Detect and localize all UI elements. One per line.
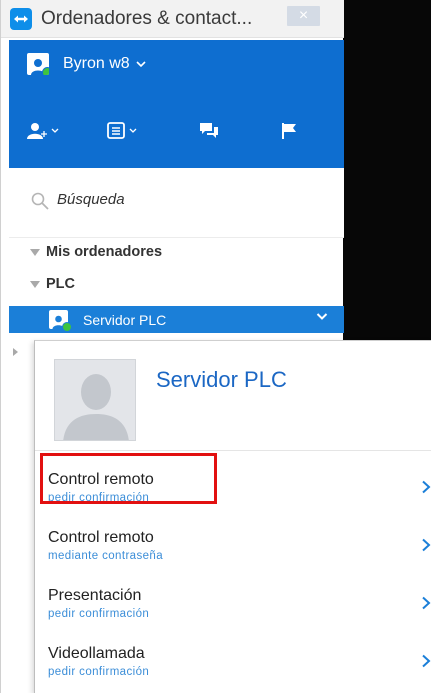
search-input[interactable] — [57, 191, 327, 208]
annotation-highlight-box — [40, 453, 217, 504]
contact-avatar-placeholder — [54, 359, 136, 441]
expand-arrow-icon — [30, 280, 40, 288]
close-button[interactable]: × — [287, 6, 320, 26]
action-label: Videollamada — [48, 645, 145, 662]
chevron-right-icon — [422, 538, 431, 552]
group-plc[interactable]: PLC — [9, 272, 344, 296]
chevron-right-icon — [422, 654, 431, 668]
contact-details-popup: Servidor PLC Control remoto pedir confir… — [34, 340, 431, 693]
popup-title: Servidor PLC — [156, 367, 287, 392]
search-icon — [31, 192, 49, 210]
online-status-icon — [42, 67, 49, 75]
action-label: Control remoto — [48, 529, 154, 546]
chevron-right-icon — [422, 480, 431, 494]
group-mis-ordenadores[interactable]: Mis ordenadores — [9, 240, 344, 264]
remote-screen-background — [343, 0, 431, 340]
action-sublabel: pedir confirmación — [48, 666, 150, 678]
list-icon — [107, 122, 125, 139]
action-sublabel: pedir confirmación — [48, 608, 150, 620]
chat-button[interactable] — [199, 122, 219, 139]
action-presentacion[interactable]: Presentación pedir confirmación — [35, 579, 431, 629]
add-contact-button[interactable] — [27, 122, 59, 140]
online-status-icon — [62, 322, 72, 332]
action-videollamada[interactable]: Videollamada pedir confirmación — [35, 637, 431, 687]
window-titlebar: Ordenadores & contact... × — [1, 0, 344, 38]
flag-button[interactable] — [281, 122, 297, 139]
user-avatar-icon — [27, 53, 49, 75]
contact-row-servidor-plc[interactable]: Servidor PLC — [9, 306, 344, 333]
flag-icon — [282, 123, 296, 139]
account-selector[interactable]: Byron w8 — [27, 53, 146, 75]
collapsed-arrow-icon[interactable] — [13, 348, 18, 356]
expand-arrow-icon — [30, 248, 40, 256]
group-label: PLC — [46, 276, 75, 292]
contact-name: Servidor PLC — [83, 311, 167, 328]
computer-avatar-icon — [49, 310, 72, 332]
window-title: Ordenadores & contact... — [41, 7, 253, 29]
add-contact-icon — [27, 123, 47, 139]
action-sublabel: mediante contraseña — [48, 550, 164, 562]
chevron-right-icon — [422, 596, 431, 610]
chevron-down-icon — [136, 57, 146, 71]
divider — [35, 450, 431, 451]
chevron-down-icon[interactable] — [316, 312, 328, 321]
action-control-remoto-contrasena[interactable]: Control remoto mediante contraseña — [35, 521, 431, 571]
group-label: Mis ordenadores — [46, 244, 163, 260]
list-view-button[interactable] — [107, 122, 137, 139]
account-name: Byron w8 — [63, 55, 130, 72]
account-header: Byron w8 — [9, 40, 344, 168]
teamviewer-logo-icon — [10, 7, 32, 30]
search-area — [9, 168, 344, 238]
chat-icon — [200, 123, 218, 138]
action-label: Presentación — [48, 587, 142, 604]
